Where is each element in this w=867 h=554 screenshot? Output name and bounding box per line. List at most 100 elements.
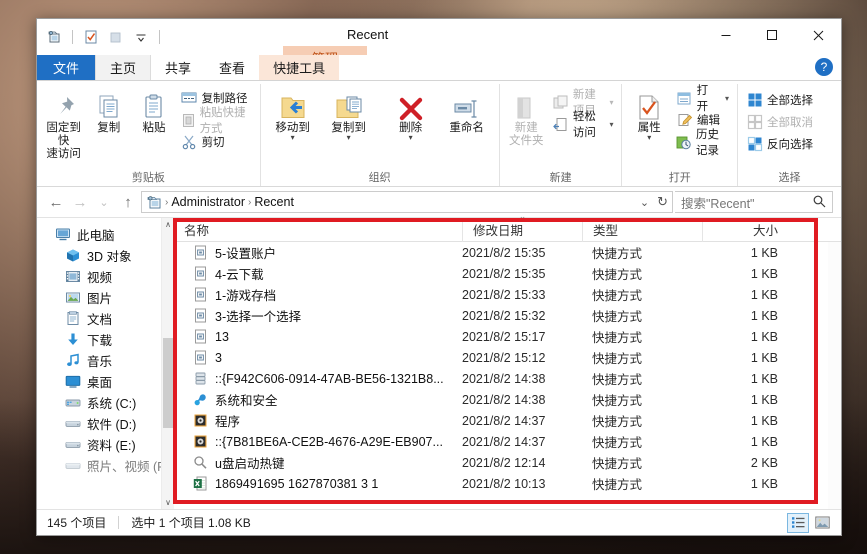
file-name-cell[interactable]: 1-游戏存档 [174,285,462,304]
file-name-cell[interactable]: ::{F942C606-0914-47AB-BE56-1321B8... [174,371,462,387]
table-row[interactable]: 5-设置账户 2021/8/2 15:35 快捷方式 1 KB [174,242,841,263]
file-name-cell[interactable]: 3-选择一个选择 [174,306,462,325]
table-row[interactable]: 3 2021/8/2 15:12 快捷方式 1 KB [174,347,841,368]
pin-to-quick-access-button[interactable]: 固定到快 速访问 [41,84,86,161]
table-row[interactable]: 程序 2021/8/2 14:37 快捷方式 1 KB [174,410,841,431]
table-row[interactable]: 系统和安全 2021/8/2 14:38 快捷方式 1 KB [174,389,841,410]
paste-shortcut-button[interactable]: 粘贴快捷方式 [177,107,256,135]
invert-selection-label: 反向选择 [767,139,813,151]
sidebar-item-system-drive-c[interactable]: 系统 (C:) [37,392,174,413]
breadcrumb-item-recent[interactable]: Recent [254,195,294,209]
new-item-caret-icon[interactable]: ▾ [609,98,613,107]
move-to-button[interactable]: 移动到 ▾ [265,84,321,142]
sidebar-item-videos[interactable]: 视频 [37,266,174,287]
file-type: 快捷方式 [592,268,643,282]
sidebar-item-documents[interactable]: 文档 [37,308,174,329]
up-button[interactable]: ↑ [117,191,139,213]
copy-button[interactable]: 复制 [86,84,131,135]
file-name-cell[interactable]: u盘启动热键 [174,453,462,472]
easy-access-button[interactable]: 轻松访问 ▾ [549,111,618,139]
tab-home[interactable]: 主页 [95,55,152,80]
table-row[interactable]: 13 2021/8/2 15:17 快捷方式 1 KB [174,326,841,347]
details-view-button[interactable] [787,512,809,533]
table-row[interactable]: 1869491695 1627870381 3 1 2021/8/2 10:13… [174,473,841,494]
invert-selection-icon [746,136,763,153]
table-row[interactable]: u盘启动热键 2021/8/2 12:14 快捷方式 2 KB [174,452,841,473]
breadcrumb[interactable]: › Administrator › Recent ⌄ ↻ [141,191,673,213]
file-name-cell[interactable]: 程序 [174,411,462,430]
sidebar-item-drive-f[interactable]: 照片、视频 (F:) [37,455,174,476]
tab-share[interactable]: 共享 [151,55,205,80]
sidebar-item-music[interactable]: 音乐 [37,350,174,371]
file-name-cell[interactable]: ::{7B81BE6A-CE2B-4676-A29E-EB907... [174,434,462,450]
checkbox-icon[interactable] [80,27,102,47]
file-name-cell[interactable]: 系统和安全 [174,390,462,409]
tab-file[interactable]: 文件 [37,55,96,80]
minimize-button[interactable] [703,19,749,51]
copy-to-caret-icon[interactable]: ▾ [347,134,351,142]
file-name-cell[interactable]: 13 [174,329,462,345]
sidebar-item-drive-e[interactable]: 资料 (E:) [37,434,174,455]
path-dropdown-icon[interactable]: ⌄ [640,196,649,209]
table-row[interactable]: 3-选择一个选择 2021/8/2 15:32 快捷方式 1 KB [174,305,841,326]
sidebar-item-pictures[interactable]: 图片 [37,287,174,308]
paste-button[interactable]: 粘贴 [131,84,176,135]
move-to-caret-icon[interactable]: ▾ [291,134,295,142]
nav-scroll-down-icon[interactable]: ∨ [162,496,174,509]
table-row[interactable]: ::{7B81BE6A-CE2B-4676-A29E-EB907... 2021… [174,431,841,452]
column-header-type[interactable]: 类型 [582,217,702,242]
cut-button[interactable]: 剪切 [177,132,256,152]
customize-dropdown-icon[interactable] [130,27,152,47]
column-header-size[interactable]: 大小 [702,217,792,242]
delete-caret-icon[interactable]: ▾ [409,134,413,142]
rename-button[interactable]: 重命名 [439,84,495,135]
select-none-button[interactable]: 全部取消 [742,112,817,132]
tab-view[interactable]: 查看 [205,55,259,80]
file-name-cell[interactable]: 4-云下载 [174,264,462,283]
open-caret-icon[interactable]: ▾ [725,94,729,103]
nav-scroll-up-icon[interactable]: ∧ [162,218,174,231]
help-icon[interactable]: ? [815,58,833,76]
breadcrumb-item-administrator[interactable]: Administrator [171,195,245,209]
nav-pane-scrollbar[interactable]: ∧ ∨ [161,218,174,509]
properties-caret-icon[interactable]: ▾ [647,134,651,142]
forward-button[interactable]: → [69,191,91,213]
invert-selection-button[interactable]: 反向选择 [742,134,817,154]
file-list-scrollbar[interactable] [828,242,841,509]
table-row[interactable]: 1-游戏存档 2021/8/2 15:33 快捷方式 1 KB [174,284,841,305]
new-folder-button[interactable]: 新建 文件夹 [504,84,549,148]
large-icons-view-button[interactable] [811,513,833,533]
file-name-cell[interactable]: 3 [174,350,462,366]
sidebar-item-desktop[interactable]: 桌面 [37,371,174,392]
maximize-button[interactable] [749,19,795,51]
sidebar-item-3d-objects[interactable]: 3D 对象 [37,245,174,266]
tab-shortcut-tools[interactable]: 快捷工具 [259,55,340,80]
search-box[interactable]: 搜索"Recent" [675,191,833,213]
copy-to-button[interactable]: 复制到 ▾ [321,84,377,142]
select-all-icon [746,92,763,109]
sidebar-item-downloads[interactable]: 下载 [37,329,174,350]
nav-scroll-thumb[interactable] [163,338,173,428]
column-header-date[interactable]: ⌄ 修改日期 [462,211,582,242]
recent-locations-dropdown-icon[interactable]: ⌄ [93,191,115,213]
refresh-icon[interactable]: ↻ [657,194,668,210]
select-all-button[interactable]: 全部选择 [742,90,817,110]
column-header-name[interactable]: 名称 [174,218,462,242]
back-button[interactable]: ← [45,191,67,213]
folder-icon[interactable] [105,27,127,47]
history-button[interactable]: 历史记录 [672,129,733,157]
sidebar-item-this-pc[interactable]: 此电脑 [37,224,174,245]
table-row[interactable]: 4-云下载 2021/8/2 15:35 快捷方式 1 KB [174,263,841,284]
file-name-cell[interactable]: 5-设置账户 [174,243,462,262]
history-label: 历史记录 [696,129,720,157]
delete-button[interactable]: 删除 ▾ [383,84,439,142]
search-icon[interactable] [812,194,826,211]
properties-button[interactable]: 属性 ▾ [626,84,672,142]
close-button[interactable] [795,19,841,51]
sidebar-item-drive-d[interactable]: 软件 (D:) [37,413,174,434]
easy-access-caret-icon[interactable]: ▾ [609,120,613,129]
properties-icon[interactable] [43,27,65,47]
open-button[interactable]: 打开 ▾ [672,85,733,113]
table-row[interactable]: ::{F942C606-0914-47AB-BE56-1321B8... 202… [174,368,841,389]
file-name-cell[interactable]: 1869491695 1627870381 3 1 [174,476,462,492]
